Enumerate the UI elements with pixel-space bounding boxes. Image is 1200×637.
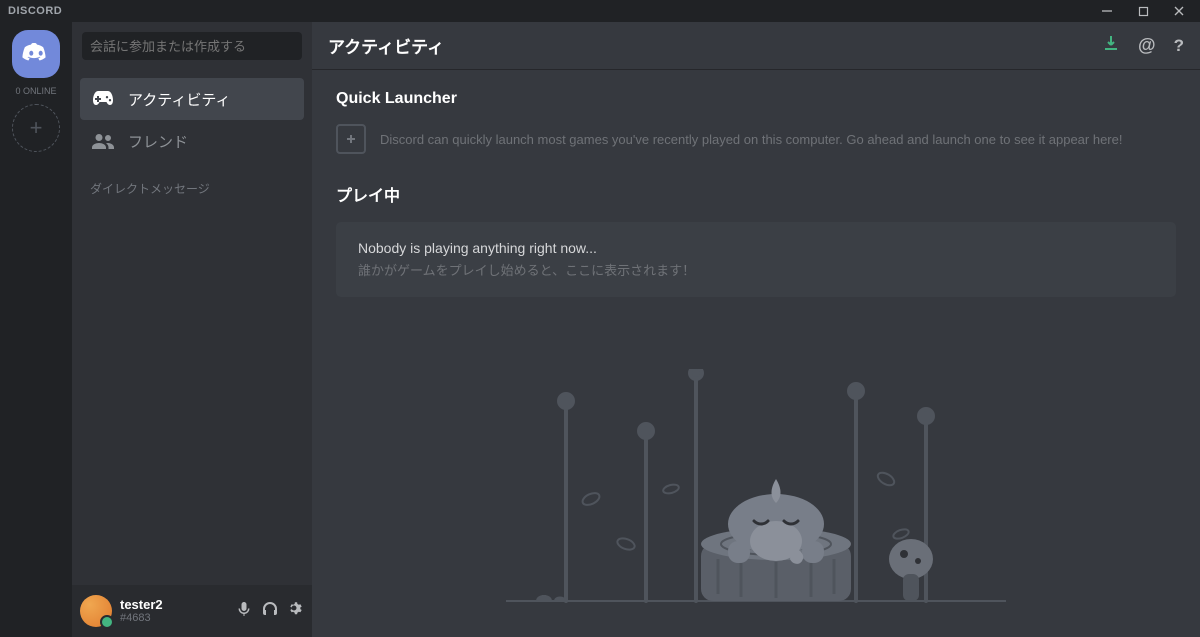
- at-icon: @: [1138, 35, 1156, 55]
- add-server-button[interactable]: +: [12, 104, 60, 152]
- window-controls: [1096, 0, 1194, 22]
- username: tester2: [120, 598, 163, 612]
- friends-icon: [92, 133, 114, 149]
- playing-empty-line2: 誰かがゲームをプレイし始めると、ここに表示されます！: [358, 260, 1154, 279]
- quick-launcher-title: Quick Launcher: [336, 90, 1176, 108]
- app-brand: DISCORD: [6, 5, 62, 17]
- dm-section-header: ダイレクトメッセージ: [72, 162, 312, 201]
- quick-launcher-row: Discord can quickly launch most games yo…: [336, 124, 1176, 154]
- settings-button[interactable]: [288, 601, 304, 622]
- user-panel: tester2 #4683: [72, 585, 312, 637]
- nav-friends[interactable]: フレンド: [80, 120, 304, 162]
- search-input[interactable]: [82, 32, 302, 60]
- guild-rail: 0 ONLINE +: [0, 22, 72, 637]
- playing-empty-line1: Nobody is playing anything right now...: [358, 240, 1154, 256]
- launch-placeholder-icon: [336, 124, 366, 154]
- nav-activity[interactable]: アクティビティ: [80, 78, 304, 120]
- empty-illustration: [336, 317, 1176, 637]
- gear-icon: [288, 601, 304, 617]
- titlebar: DISCORD: [0, 0, 1200, 22]
- nav-friends-label: フレンド: [128, 131, 188, 152]
- download-icon: [1102, 34, 1120, 52]
- page-title: アクティビティ: [328, 33, 444, 58]
- user-discriminator: #4683: [120, 612, 163, 624]
- close-button[interactable]: [1168, 0, 1190, 22]
- download-button[interactable]: [1102, 34, 1120, 57]
- main-header: アクティビティ @ ?: [312, 22, 1200, 70]
- user-info: tester2 #4683: [120, 598, 163, 624]
- mute-button[interactable]: [236, 601, 252, 622]
- avatar[interactable]: [80, 595, 112, 627]
- quick-launcher-desc: Discord can quickly launch most games yo…: [380, 132, 1122, 147]
- nav-activity-label: アクティビティ: [128, 89, 230, 110]
- help-button[interactable]: ?: [1174, 36, 1184, 56]
- playing-title: プレイ中: [336, 182, 1176, 206]
- home-button[interactable]: [12, 30, 60, 78]
- headphones-icon: [262, 601, 278, 617]
- deafen-button[interactable]: [262, 601, 278, 622]
- main-column: アクティビティ @ ? Quick Launcher Discord can q: [312, 22, 1200, 637]
- minimize-button[interactable]: [1096, 0, 1118, 22]
- mic-icon: [236, 601, 252, 617]
- plus-icon: +: [30, 115, 43, 141]
- online-count-label: 0 ONLINE: [15, 86, 56, 96]
- discord-logo-icon: [22, 43, 50, 65]
- playing-empty-card: Nobody is playing anything right now... …: [336, 222, 1176, 297]
- maximize-button[interactable]: [1132, 0, 1154, 22]
- help-icon: ?: [1174, 36, 1184, 55]
- dm-sidebar: アクティビティ フレンド ダイレクトメッセージ tester2 #4683: [72, 22, 312, 637]
- controller-icon: [92, 91, 114, 107]
- mentions-button[interactable]: @: [1138, 35, 1156, 56]
